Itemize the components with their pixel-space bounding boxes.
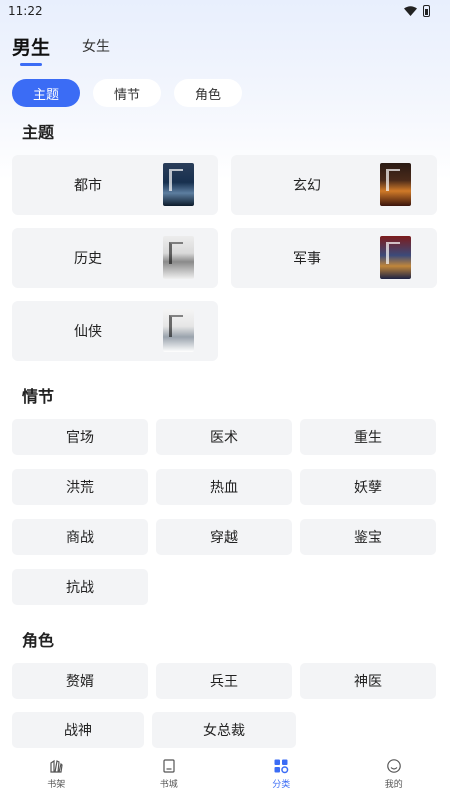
category-icon	[274, 759, 289, 774]
tab-bookstore[interactable]: 书城	[113, 758, 225, 790]
theme-card-label: 玄幻	[293, 178, 321, 194]
bookstore-icon	[163, 759, 175, 773]
chip-plot[interactable]: 情节	[93, 79, 161, 107]
bookshelf-icon	[50, 759, 63, 773]
theme-card-history[interactable]: 历史	[12, 228, 218, 288]
plot-tag-appraisal[interactable]: 鉴宝	[300, 519, 436, 555]
plot-tag-hot-blooded[interactable]: 热血	[156, 469, 292, 505]
tab-label: 我的	[384, 780, 403, 790]
filter-chips: 主题 情节 角色	[0, 79, 450, 107]
plot-tag-time-travel[interactable]: 穿越	[156, 519, 292, 555]
theme-card-label: 军事	[293, 251, 321, 267]
page-content: 11:22 男生 女生 主题 情节 角色 主题 都市 玄幻 历史 军事 仙侠 情…	[0, 0, 450, 748]
role-tag-son-in-law[interactable]: 赘婿	[12, 663, 148, 699]
plot-tag-prodigy[interactable]: 妖孽	[300, 469, 436, 505]
plot-grid: 官场 医术 重生 洪荒 热血 妖孽 商战 穿越 鉴宝 抗战	[0, 419, 450, 605]
role-tag-soldier-king[interactable]: 兵王	[156, 663, 292, 699]
book-cover-icon	[380, 236, 411, 279]
profile-icon	[386, 759, 401, 773]
theme-card-label: 历史	[74, 251, 102, 267]
plot-tag-resistance-war[interactable]: 抗战	[12, 569, 148, 605]
theme-card-label: 仙侠	[74, 324, 102, 340]
theme-card-xianxia[interactable]: 仙侠	[12, 301, 218, 361]
chip-theme[interactable]: 主题	[12, 79, 80, 107]
role-tag-divine-doctor[interactable]: 神医	[300, 663, 436, 699]
theme-grid: 都市 玄幻 历史 军事 仙侠	[0, 155, 450, 361]
plot-tag-rebirth[interactable]: 重生	[300, 419, 436, 455]
book-cover-icon	[163, 163, 194, 206]
tab-profile[interactable]: 我的	[338, 758, 450, 790]
tab-male[interactable]: 男生	[12, 33, 50, 66]
battery-icon	[423, 5, 430, 17]
chip-role[interactable]: 角色	[174, 79, 242, 107]
tab-bookshelf[interactable]: 书架	[0, 758, 112, 790]
theme-card-military[interactable]: 军事	[231, 228, 437, 288]
status-time: 11:22	[8, 4, 43, 18]
theme-card-fantasy[interactable]: 玄幻	[231, 155, 437, 215]
status-bar: 11:22	[0, 0, 450, 22]
tab-label: 书城	[159, 780, 178, 790]
section-title-plot: 情节	[22, 387, 55, 406]
book-cover-icon	[163, 236, 194, 279]
role-tag-war-god[interactable]: 战神	[12, 712, 144, 748]
book-cover-icon	[163, 309, 194, 352]
section-title-theme: 主题	[22, 123, 55, 142]
theme-card-urban[interactable]: 都市	[12, 155, 218, 215]
role-grid-row-2: 战神 女总裁	[0, 712, 450, 748]
plot-tag-business-war[interactable]: 商战	[12, 519, 148, 555]
plot-tag-medicine[interactable]: 医术	[156, 419, 292, 455]
role-grid: 赘婿 兵王 神医	[0, 663, 450, 699]
tab-label: 分类	[272, 780, 291, 790]
role-tag-female-ceo[interactable]: 女总裁	[152, 712, 296, 748]
book-cover-icon	[380, 163, 411, 206]
tab-female[interactable]: 女生	[82, 36, 110, 64]
wifi-icon	[404, 6, 417, 16]
plot-tag-officialdom[interactable]: 官场	[12, 419, 148, 455]
theme-card-label: 都市	[74, 178, 102, 194]
tab-category[interactable]: 分类	[225, 758, 337, 790]
tab-label: 书架	[47, 780, 66, 790]
section-title-role: 角色	[22, 631, 55, 650]
status-icons	[404, 5, 430, 17]
bottom-tab-bar: 书架 书城 分类 我的	[0, 748, 450, 800]
gender-tabs: 男生 女生	[0, 22, 450, 66]
plot-tag-primordial[interactable]: 洪荒	[12, 469, 148, 505]
